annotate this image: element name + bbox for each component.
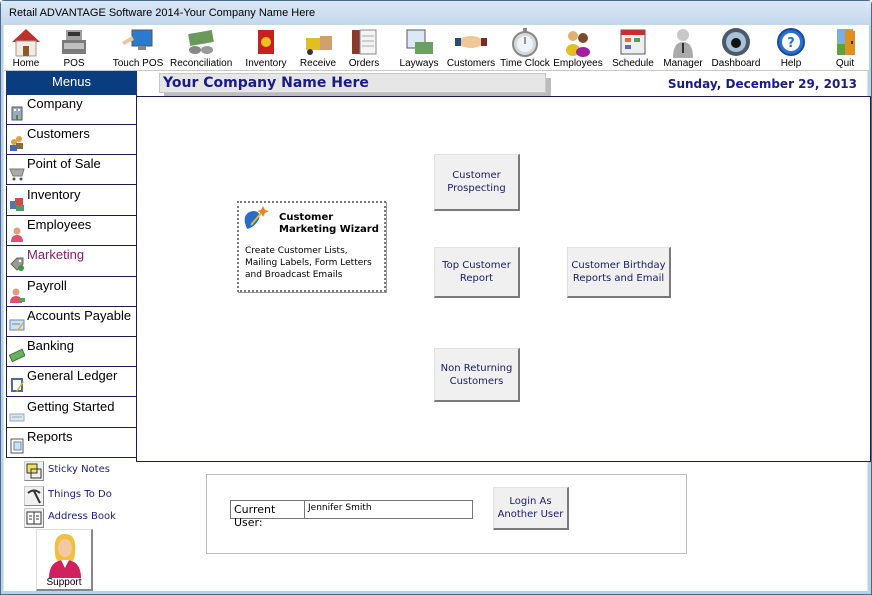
shopping-cart-icon <box>9 168 25 181</box>
magic-wand-icon <box>244 206 269 229</box>
toolbar-layways-button[interactable]: Layways <box>397 25 441 71</box>
company-name: Your Company Name Here <box>163 75 369 91</box>
top-customer-report-button[interactable]: Top Customer Report <box>434 247 520 298</box>
pickaxe-icon <box>27 489 41 504</box>
handshake-icon <box>455 36 487 48</box>
sidebar-item-marketing[interactable]: Marketing <box>6 246 137 276</box>
layaway-calendar-icon <box>406 29 433 54</box>
current-user-panel: Current User: Jennifer Smith Login As An… <box>206 474 687 554</box>
customers-icon <box>10 136 23 151</box>
support-agent-icon <box>49 534 81 578</box>
payroll-icon <box>10 288 25 303</box>
employee-icon <box>11 227 23 242</box>
sticky-note-icon <box>26 463 42 479</box>
toolbar-reconciliation-button[interactable]: Reconciliation <box>170 25 232 71</box>
toolbar-employees-button[interactable]: Employees <box>553 25 603 71</box>
menus-header: Menus <box>6 71 137 95</box>
sidebar-item-accounts-payable[interactable]: Accounts Payable <box>6 307 137 337</box>
sidebar-item-general-ledger[interactable]: General Ledger <box>6 367 137 397</box>
toolbar-receive-button[interactable]: Receive <box>298 25 338 71</box>
app-window: Retail ADVANTAGE Software 2014-Your Comp… <box>0 0 872 595</box>
ledger-book-icon <box>11 378 24 392</box>
help-question-icon: ? <box>777 28 805 56</box>
company-name-banner: Your Company Name Here <box>159 73 546 93</box>
money-coins-icon <box>188 30 214 54</box>
customer-marketing-wizard-button[interactable]: Customer Marketing Wizard Create Custome… <box>237 201 386 292</box>
customer-birthday-button[interactable]: Customer Birthday Reports and Email <box>567 247 671 298</box>
marketing-tag-icon <box>10 257 24 271</box>
sidebar-item-getting-started[interactable]: Getting Started <box>6 398 137 428</box>
sidebar-item-employees[interactable]: Employees <box>6 216 137 246</box>
toolbar: Home POS Touch POS Reconciliation Invent… <box>4 25 869 71</box>
forklift-icon <box>306 36 332 55</box>
sidebar-item-customers[interactable]: Customers <box>6 125 137 155</box>
svg-text:?: ? <box>787 36 795 51</box>
sidebar-item-company[interactable]: Company <box>6 95 137 125</box>
non-returning-customers-button[interactable]: Non Returning Customers <box>434 348 520 402</box>
building-icon <box>11 106 23 121</box>
manager-person-icon <box>673 29 693 58</box>
toolbar-touch-pos-button[interactable]: Touch POS <box>112 25 164 71</box>
current-date: Sunday, December 29, 2013 <box>667 77 857 91</box>
customer-prospecting-button[interactable]: Customer Prospecting <box>434 154 520 211</box>
toolbar-inventory-button[interactable]: Inventory <box>242 25 290 71</box>
exit-door-icon <box>837 29 855 55</box>
home-icon <box>12 29 40 57</box>
toolbar-pos-button[interactable]: POS <box>56 25 92 71</box>
toolbar-help-button[interactable]: ? Help <box>772 25 810 71</box>
sidebar-item-inventory[interactable]: Inventory <box>6 186 137 216</box>
schedule-calendar-icon <box>620 29 646 55</box>
toolbar-orders-button[interactable]: Orders <box>346 25 382 71</box>
current-user-field: Jennifer Smith <box>304 500 473 519</box>
login-as-another-user-button[interactable]: Login As Another User <box>493 487 569 530</box>
cash-bill-icon <box>9 348 25 363</box>
current-user-label: Current User: <box>230 500 305 529</box>
title-bar: Retail ADVANTAGE Software 2014-Your Comp… <box>1 1 871 25</box>
report-icon <box>10 438 24 454</box>
sidebar-item-payroll[interactable]: Payroll <box>6 276 137 307</box>
cash-register-icon <box>62 30 86 54</box>
people-group-icon <box>566 31 590 57</box>
toolbar-manager-button[interactable]: Manager <box>662 25 704 71</box>
window-title: Retail ADVANTAGE Software 2014-Your Comp… <box>9 7 316 19</box>
toolbar-home-button[interactable]: Home <box>6 25 46 71</box>
stopwatch-icon <box>512 28 538 57</box>
touch-screen-icon <box>122 29 153 50</box>
keyboard-icon <box>9 413 25 422</box>
sidebar-item-reports[interactable]: Reports <box>6 428 137 458</box>
pencil-form-icon <box>9 319 25 331</box>
address-book-icon <box>26 511 42 525</box>
toolbar-schedule-button[interactable]: Schedule <box>610 25 656 71</box>
sidebar-item-banking[interactable]: Banking <box>6 337 137 367</box>
support-button[interactable]: Support <box>36 529 93 591</box>
boxes-icon <box>10 198 24 211</box>
toolbar-time-clock-button[interactable]: Time Clock <box>500 25 550 71</box>
sidebar-item-point-of-sale[interactable]: Point of Sale <box>6 155 137 185</box>
toolbar-quit-button[interactable]: Quit <box>826 25 864 71</box>
gauge-icon <box>722 28 750 56</box>
toolbar-dashboard-button[interactable]: Dashboard <box>710 25 762 71</box>
inventory-box-icon <box>258 30 274 54</box>
orders-document-icon <box>352 29 377 55</box>
main-frame: Home POS Touch POS Reconciliation Invent… <box>3 25 871 591</box>
toolbar-customers-button[interactable]: Customers <box>446 25 496 71</box>
